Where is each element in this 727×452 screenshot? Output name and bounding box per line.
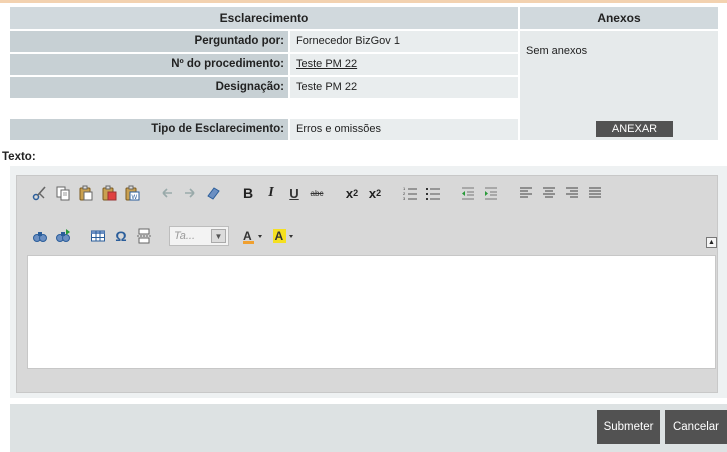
cut-icon[interactable] bbox=[30, 183, 50, 203]
procedimento-link[interactable]: Teste PM 22 bbox=[290, 54, 518, 75]
chevron-down-icon[interactable]: ▼ bbox=[211, 229, 226, 243]
special-char-icon[interactable]: Ω bbox=[111, 226, 131, 246]
font-size-value: Ta... bbox=[174, 230, 195, 242]
anexos-header: Anexos bbox=[520, 7, 718, 29]
editor-toolbar-row-1: W B I U abc x2 x2 123 bbox=[30, 180, 620, 206]
table-icon[interactable] bbox=[88, 226, 108, 246]
font-size-select[interactable]: Ta... ▼ bbox=[169, 226, 229, 246]
redo-icon[interactable] bbox=[180, 183, 200, 203]
underline-icon[interactable]: U bbox=[284, 183, 304, 203]
submit-button[interactable]: Submeter bbox=[597, 410, 660, 444]
top-accent-line bbox=[0, 0, 727, 3]
indent-icon[interactable] bbox=[481, 183, 501, 203]
esclarecimento-header: Esclarecimento bbox=[10, 7, 518, 29]
paste-word-icon[interactable]: W bbox=[122, 183, 142, 203]
anexar-button[interactable]: ANEXAR bbox=[596, 121, 673, 137]
bullet-list-icon[interactable] bbox=[423, 183, 443, 203]
eraser-icon[interactable] bbox=[203, 183, 223, 203]
svg-text:A: A bbox=[243, 229, 252, 243]
editor-toolbar-row-2: Ω Ta... ▼ A A bbox=[30, 223, 315, 249]
align-right-icon[interactable] bbox=[562, 183, 582, 203]
sem-anexos-text: Sem anexos bbox=[526, 45, 588, 57]
strikethrough-icon[interactable]: abc bbox=[307, 183, 327, 203]
collapse-toolbar-icon[interactable]: ▲ bbox=[706, 237, 717, 248]
bold-icon[interactable]: B bbox=[238, 183, 258, 203]
editor-text-area[interactable] bbox=[27, 255, 716, 369]
align-center-icon[interactable] bbox=[539, 183, 559, 203]
background-color-icon[interactable]: A bbox=[272, 226, 300, 246]
procedimento-label: Nº do procedimento: bbox=[10, 54, 288, 75]
svg-text:A: A bbox=[275, 229, 284, 243]
paste-text-icon[interactable] bbox=[99, 183, 119, 203]
undo-icon[interactable] bbox=[157, 183, 177, 203]
designacao-value: Teste PM 22 bbox=[290, 77, 518, 98]
subscript-icon[interactable]: x2 bbox=[342, 183, 362, 203]
perguntado-por-value: Fornecedor BizGov 1 bbox=[290, 31, 518, 52]
perguntado-por-label: Perguntado por: bbox=[10, 31, 288, 52]
page-break-icon[interactable] bbox=[134, 226, 154, 246]
copy-icon[interactable] bbox=[53, 183, 73, 203]
tipo-esclarecimento-label: Tipo de Esclarecimento: bbox=[10, 119, 288, 140]
align-left-icon[interactable] bbox=[516, 183, 536, 203]
outdent-icon[interactable] bbox=[458, 183, 478, 203]
svg-text:W: W bbox=[132, 195, 138, 201]
designacao-label: Designação: bbox=[10, 77, 288, 98]
svg-text:3: 3 bbox=[403, 196, 406, 201]
find-icon[interactable] bbox=[30, 226, 50, 246]
cancel-button[interactable]: Cancelar bbox=[665, 410, 727, 444]
superscript-icon[interactable]: x2 bbox=[365, 183, 385, 203]
tipo-esclarecimento-value: Erros e omissões bbox=[290, 119, 518, 140]
italic-icon[interactable]: I bbox=[261, 183, 281, 203]
numbered-list-icon[interactable]: 123 bbox=[400, 183, 420, 203]
paste-icon[interactable] bbox=[76, 183, 96, 203]
replace-icon[interactable] bbox=[53, 226, 73, 246]
anexos-panel: Sem anexos ANEXAR bbox=[520, 31, 718, 140]
texto-label: Texto: bbox=[2, 151, 36, 163]
text-color-icon[interactable]: A bbox=[241, 226, 269, 246]
align-justify-icon[interactable] bbox=[585, 183, 605, 203]
